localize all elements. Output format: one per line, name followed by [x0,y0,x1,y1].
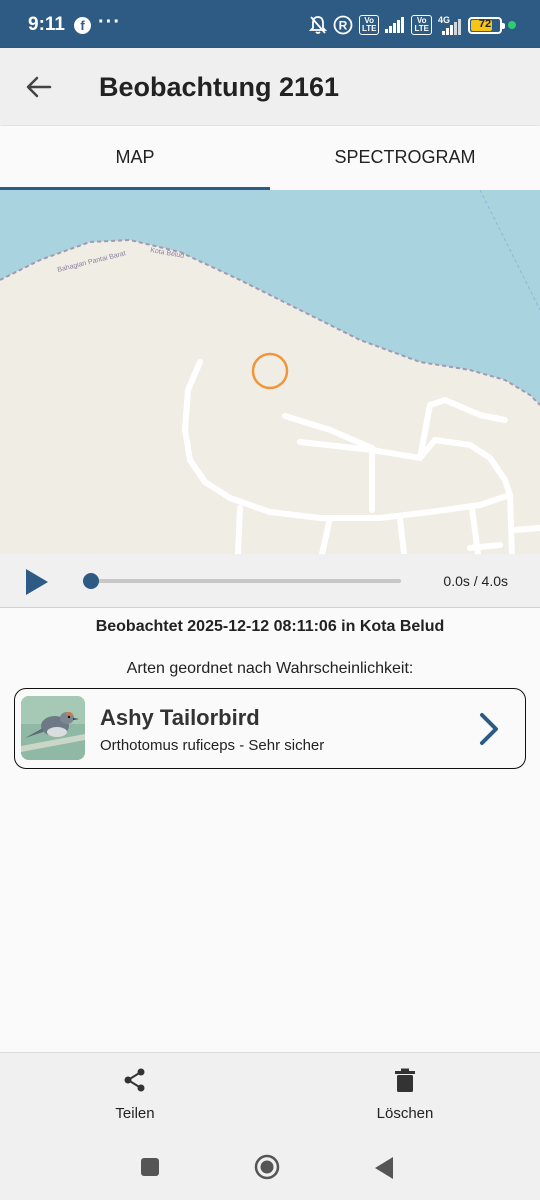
species-list-item[interactable]: Ashy Tailorbird Orthotomus ruficeps - Se… [14,688,526,769]
recents-square-icon[interactable] [140,1157,160,1177]
battery-level: 72 [478,17,492,30]
map-view[interactable]: Bahagian Pantai Barat Kota Belud [0,190,540,554]
share-label: Teilen [115,1105,155,1122]
species-detail: Orthotomus ruficeps - Sehr sicher [100,737,325,754]
share-icon [124,1068,145,1092]
volte-icon: Vo LTE [411,15,432,35]
observation-info: Beobachtet 2025-12-12 08:11:06 in Kota B… [95,618,445,635]
tab-bar: MAP SPECTROGRAM [0,126,540,190]
delete-button[interactable]: Löschen [270,1053,540,1137]
app-bar: Beobachtung 2161 [0,48,540,125]
home-circle-icon[interactable] [254,1154,280,1180]
svg-text:4G: 4G [438,15,450,25]
active-dot-icon [508,21,516,29]
delete-label: Löschen [376,1105,434,1122]
mute-bell-icon [308,16,327,34]
audio-time-label: 0.0s / 4.0s [443,573,508,589]
trash-icon [395,1068,415,1092]
status-icons: R Vo LTE Vo LTE 4G 72 [308,14,516,36]
back-triangle-icon[interactable] [373,1156,395,1180]
page-title: Beobachtung 2161 [99,72,340,102]
registered-icon: R [333,15,353,35]
facebook-icon: f [74,17,91,34]
tab-map[interactable]: MAP [0,126,270,190]
4g-signal-icon: 4G [438,15,461,35]
status-time: 9:11 [28,14,65,35]
battery-icon: 72 [468,16,505,34]
species-photo [21,696,85,760]
signal-icon [385,17,405,33]
tab-spectrogram[interactable]: SPECTROGRAM [270,126,540,190]
back-arrow-icon[interactable] [22,70,56,104]
bottom-action-bar: Teilen Löschen [0,1052,540,1136]
audio-player: 0.0s / 4.0s [0,554,540,608]
more-dots-icon: ··· [98,11,121,33]
audio-progress-thumb[interactable] [83,573,99,589]
play-icon[interactable] [24,568,50,596]
species-list-heading: Arten geordnet nach Wahrscheinlichkeit: [126,660,414,677]
svg-text:R: R [339,19,348,33]
species-common-name: Ashy Tailorbird [100,705,260,730]
share-button[interactable]: Teilen [0,1053,270,1137]
audio-progress-track[interactable] [90,579,401,583]
system-nav-bar [0,1136,540,1200]
chevron-right-icon [480,713,498,745]
status-bar: 9:11 f ··· R Vo LTE Vo LTE 4G 72 [0,0,540,48]
volte-icon: Vo LTE [358,15,380,35]
